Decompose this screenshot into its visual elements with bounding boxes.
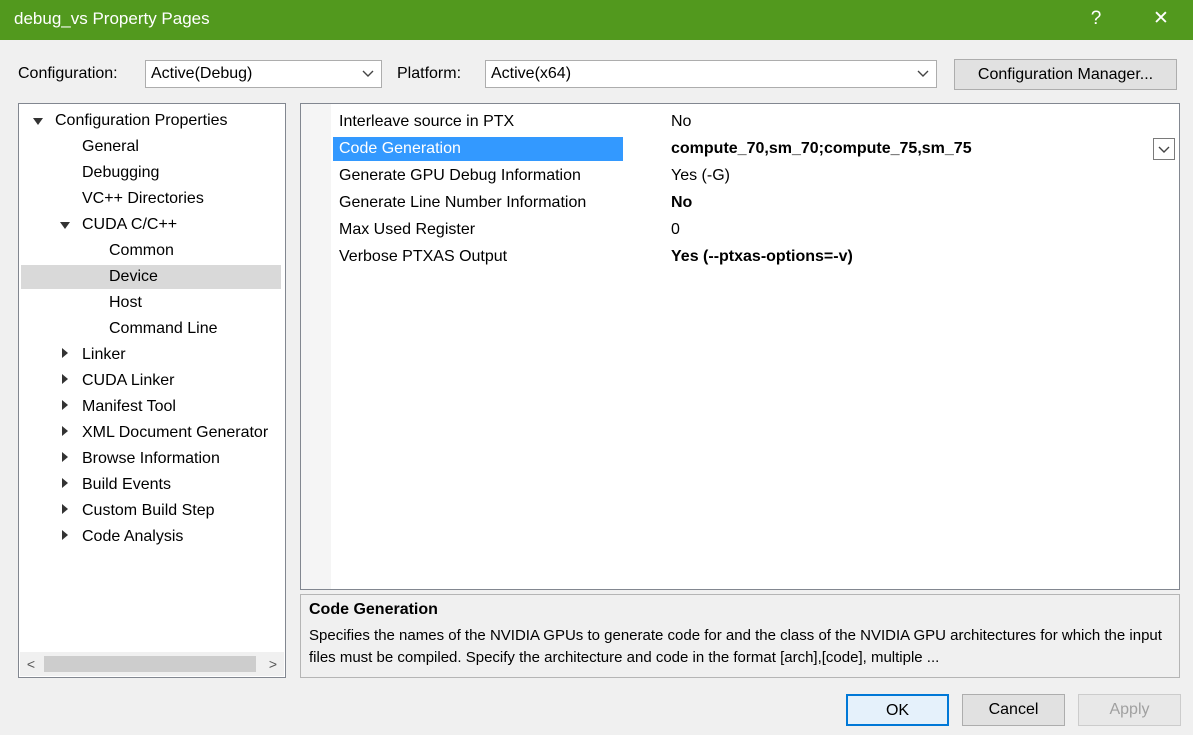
tree-item-manifest-tool[interactable]: Manifest Tool [82,395,176,419]
tree-item-browse-information[interactable]: Browse Information [82,447,220,471]
tree-item-xml-document-generator[interactable]: XML Document Generator [82,421,268,445]
tree-item-general[interactable]: General [82,135,139,159]
collapsed-arrow-icon[interactable] [62,426,68,436]
description-panel: Code Generation Specifies the names of t… [300,594,1180,678]
property-name[interactable]: Interleave source in PTX [333,110,623,134]
help-button[interactable]: ? [1076,5,1116,33]
configuration-select[interactable]: Active(Debug) [145,60,382,88]
value-dropdown-button[interactable] [1153,138,1175,160]
configuration-manager-button[interactable]: Configuration Manager... [954,59,1177,90]
tree-item-vc-directories[interactable]: VC++ Directories [82,187,204,211]
tree-item-custom-build-step[interactable]: Custom Build Step [82,499,215,523]
grid-gutter [301,104,331,589]
horizontal-scrollbar[interactable]: < > [20,652,284,676]
property-name-selected[interactable]: Code Generation [333,137,623,161]
description-text: Specifies the names of the NVIDIA GPUs t… [309,627,1162,666]
property-value[interactable]: Yes (--ptxas-options=-v) [671,245,853,269]
collapsed-arrow-icon[interactable] [62,348,68,358]
tree-item-device-row[interactable]: Device [21,265,281,289]
property-name[interactable]: Generate Line Number Information [333,191,623,215]
platform-select[interactable]: Active(x64) [485,60,937,88]
close-button[interactable]: ✕ [1141,5,1181,33]
property-value[interactable]: No [671,191,692,215]
property-value[interactable]: Yes (-G) [671,164,730,188]
tree-item-debugging[interactable]: Debugging [82,161,159,185]
collapsed-arrow-icon[interactable] [62,504,68,514]
tree-item-command-line[interactable]: Command Line [109,317,218,341]
chevron-down-icon [1158,146,1170,153]
expand-arrow-icon[interactable] [60,222,70,229]
scroll-left-arrow[interactable]: < [20,652,42,676]
chevron-down-icon [917,70,929,77]
property-name[interactable]: Generate GPU Debug Information [333,164,623,188]
tree-item-linker[interactable]: Linker [82,343,126,367]
property-name[interactable]: Verbose PTXAS Output [333,245,623,269]
apply-button[interactable]: Apply [1078,694,1181,726]
description-title: Code Generation [309,601,438,618]
tree-item-device: Device [109,268,158,285]
property-value[interactable]: compute_70,sm_70;compute_75,sm_75 [671,137,972,161]
configuration-label: Configuration: [18,65,118,82]
property-name[interactable]: Max Used Register [333,218,623,242]
tree-item-code-analysis[interactable]: Code Analysis [82,525,183,549]
collapsed-arrow-icon[interactable] [62,478,68,488]
chevron-down-icon [362,70,374,77]
tree-item-host[interactable]: Host [109,291,142,315]
platform-value: Active(x64) [491,65,572,82]
tree-item-common[interactable]: Common [109,239,174,263]
scroll-right-arrow[interactable]: > [262,652,284,676]
collapsed-arrow-icon[interactable] [62,374,68,384]
cancel-button[interactable]: Cancel [962,694,1065,726]
property-value[interactable]: No [671,110,691,134]
collapsed-arrow-icon[interactable] [62,400,68,410]
title-bar: debug_vs Property Pages ? ✕ [0,0,1193,40]
property-tree[interactable]: Configuration Properties General Debuggi… [18,103,286,678]
platform-label: Platform: [397,65,462,82]
tree-item-cuda-linker[interactable]: CUDA Linker [82,369,174,393]
collapsed-arrow-icon[interactable] [62,530,68,540]
tree-item-configuration-properties[interactable]: Configuration Properties [55,109,228,133]
property-grid[interactable]: Interleave source in PTX No Code Generat… [300,103,1180,590]
window-title: debug_vs Property Pages [14,9,210,28]
tree-item-cuda-cpp[interactable]: CUDA C/C++ [82,213,177,237]
expand-arrow-icon[interactable] [33,118,43,125]
scrollbar-thumb[interactable] [44,656,256,672]
ok-button[interactable]: OK [846,694,949,726]
tree-item-build-events[interactable]: Build Events [82,473,171,497]
collapsed-arrow-icon[interactable] [62,452,68,462]
configuration-value: Active(Debug) [151,65,253,82]
property-value[interactable]: 0 [671,218,680,242]
